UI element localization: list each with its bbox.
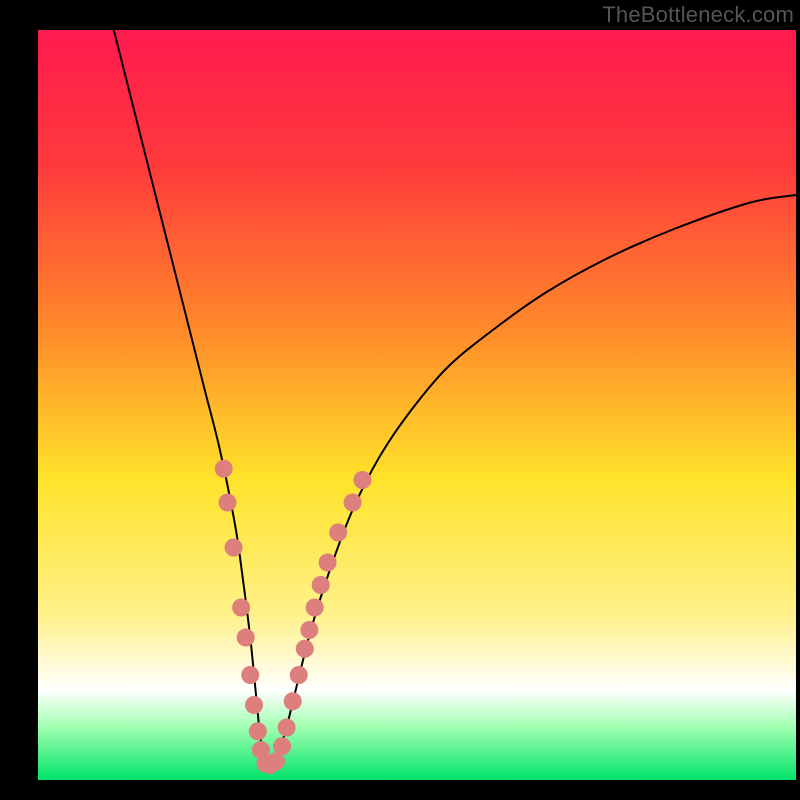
curve-marker xyxy=(225,539,243,557)
chart-container: TheBottleneck.com xyxy=(0,0,800,800)
curve-marker xyxy=(296,640,314,658)
curve-marker xyxy=(215,460,233,478)
curve-marker xyxy=(237,629,255,647)
curve-marker xyxy=(312,576,330,594)
curve-marker xyxy=(249,722,267,740)
curve-marker xyxy=(273,737,291,755)
curve-marker xyxy=(329,524,347,542)
curve-marker xyxy=(300,621,318,639)
curve-marker xyxy=(290,666,308,684)
plot-background xyxy=(38,30,796,780)
curve-marker xyxy=(278,719,296,737)
curve-marker xyxy=(232,599,250,617)
curve-marker xyxy=(284,692,302,710)
curve-marker xyxy=(219,494,237,512)
curve-marker xyxy=(319,554,337,572)
curve-marker xyxy=(241,666,259,684)
bottleneck-chart xyxy=(0,0,800,800)
curve-marker xyxy=(306,599,324,617)
curve-marker xyxy=(353,471,371,489)
curve-marker xyxy=(344,494,362,512)
curve-marker xyxy=(245,696,263,714)
